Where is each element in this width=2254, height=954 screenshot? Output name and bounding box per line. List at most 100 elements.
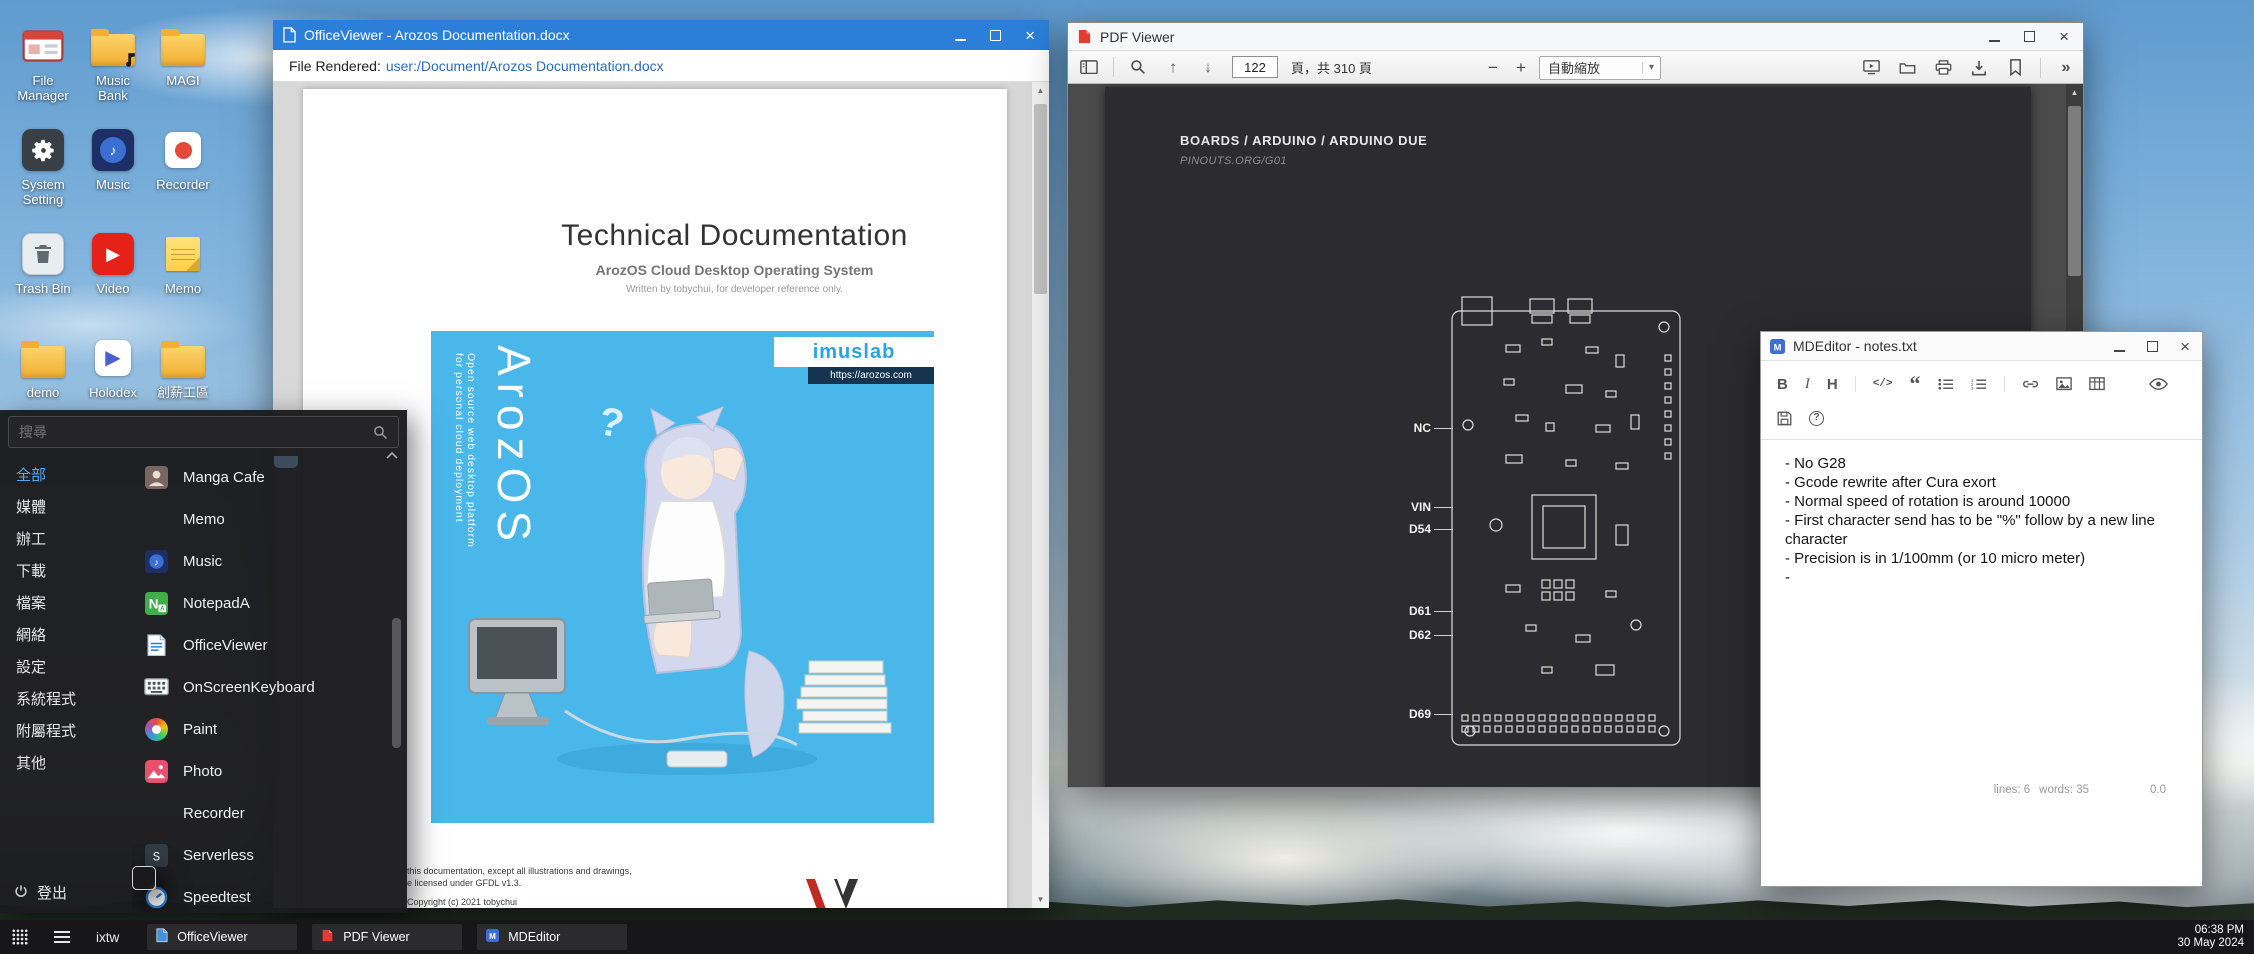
category-item-network[interactable]: 網絡 xyxy=(0,620,132,652)
gear-icon xyxy=(19,126,67,174)
close-button[interactable]: × xyxy=(2180,338,2190,355)
heading-icon[interactable]: H xyxy=(1827,377,1838,392)
app-item-photo[interactable]: Photo xyxy=(132,750,407,792)
desktop-icon-video[interactable]: ▶ Video xyxy=(78,230,148,296)
zoom-select-value: 自動縮放 xyxy=(1548,58,1600,77)
category-item-settings[interactable]: 設定 xyxy=(0,652,132,684)
minimize-button[interactable] xyxy=(2114,338,2125,355)
minimize-button[interactable] xyxy=(1989,28,2000,45)
trash-icon xyxy=(19,230,67,278)
desktop-icon-label: Recorder xyxy=(151,177,215,192)
desktop-icon-magi[interactable]: MAGI xyxy=(148,22,218,88)
page-number-input[interactable] xyxy=(1232,56,1278,78)
zoom-select[interactable]: 自動縮放 ▾ xyxy=(1539,56,1661,80)
officeviewer-scrollbar[interactable]: ▲ ▼ xyxy=(1032,82,1049,908)
desktop-icon-demo[interactable]: demo xyxy=(8,334,78,400)
category-item-accessories[interactable]: 附屬程式 xyxy=(0,716,132,748)
link-icon[interactable] xyxy=(2022,379,2039,389)
category-item-system[interactable]: 系統程式 xyxy=(0,684,132,716)
desktop-icon-trash-bin[interactable]: Trash Bin xyxy=(8,230,78,296)
pdfviewer-titlebar[interactable]: PDF Viewer × xyxy=(1068,23,2083,51)
category-item-others[interactable]: 其他 xyxy=(0,748,132,780)
close-button[interactable]: × xyxy=(1025,27,1035,44)
previous-page-icon[interactable]: ↑ xyxy=(1162,55,1184,79)
desktop-icon-file-manager[interactable]: File Manager xyxy=(8,22,78,103)
scrollbar-thumb[interactable] xyxy=(1034,104,1047,294)
more-tools-icon[interactable]: » xyxy=(2055,56,2077,80)
maximize-button[interactable] xyxy=(990,27,1001,44)
print-icon[interactable] xyxy=(1932,56,1954,80)
pin-label: D54 xyxy=(1355,522,1431,536)
memo-note-icon xyxy=(142,505,170,533)
ordered-list-icon[interactable]: 123 xyxy=(1971,378,1987,390)
markdown-editor-textarea[interactable]: - No G28 - Gcode rewrite after Cura exor… xyxy=(1761,440,2180,587)
open-file-icon[interactable] xyxy=(1896,56,1918,80)
bold-icon[interactable]: B xyxy=(1777,377,1788,392)
app-item-notepada[interactable]: NA NotepadA xyxy=(132,582,407,624)
desktop-icon-label: Memo xyxy=(151,281,215,296)
app-item-onscreenkeyboard[interactable]: OnScreenKeyboard xyxy=(132,666,407,708)
app-item-officeviewer[interactable]: OfficeViewer xyxy=(132,624,407,666)
scroll-down-arrow[interactable]: ▼ xyxy=(1032,891,1049,908)
app-item-memo[interactable]: Memo xyxy=(132,498,407,540)
scrollbar-thumb[interactable] xyxy=(2068,106,2081,276)
scroll-up-arrow[interactable]: ▲ xyxy=(1032,82,1049,99)
mdeditor-titlebar[interactable]: M MDEditor - notes.txt × xyxy=(1761,332,2202,361)
start-menu-scrollbar[interactable] xyxy=(392,456,401,905)
app-label: NotepadA xyxy=(183,595,250,612)
zoom-out-button[interactable]: − xyxy=(1483,58,1503,78)
quote-icon[interactable]: “ xyxy=(1910,377,1921,391)
bookmark-icon[interactable] xyxy=(2004,56,2026,80)
app-item-music[interactable]: ♪ Music xyxy=(132,540,407,582)
help-icon[interactable]: ? xyxy=(1809,411,1824,426)
desktop-icon-music-bank[interactable]: Music Bank xyxy=(78,22,148,103)
power-icon xyxy=(14,884,28,902)
search-icon[interactable] xyxy=(1127,55,1149,79)
save-icon[interactable] xyxy=(1777,411,1792,426)
desktop-icon-system-setting[interactable]: System Setting xyxy=(8,126,78,207)
rendered-file-link[interactable]: user:/Document/Arozos Documentation.docx xyxy=(386,58,664,74)
desktop-icon-label: 創薪工區 xyxy=(151,385,215,400)
desktop-icon-memo[interactable]: Memo xyxy=(148,230,218,296)
table-icon[interactable] xyxy=(2089,377,2105,390)
task-button-mdeditor[interactable]: M MDEditor xyxy=(477,924,627,950)
code-icon[interactable]: </> xyxy=(1873,379,1893,390)
maximize-button[interactable] xyxy=(2024,28,2035,45)
desktop-icon-holodex[interactable]: ▶ Holodex xyxy=(78,334,148,400)
download-icon[interactable] xyxy=(1968,56,1990,80)
scroll-up-arrow[interactable]: ▲ xyxy=(2066,84,2083,101)
task-button-officeviewer[interactable]: OfficeViewer xyxy=(147,924,297,950)
maximize-button[interactable] xyxy=(2147,338,2158,355)
app-item-manga-cafe[interactable]: Manga Cafe xyxy=(132,456,407,498)
category-item-all[interactable]: 全部 xyxy=(0,460,132,492)
presentation-mode-icon[interactable] xyxy=(1860,56,1882,80)
next-page-icon[interactable]: ↓ xyxy=(1197,55,1219,79)
app-grid-icon[interactable] xyxy=(12,929,28,945)
app-item-recorder[interactable]: Recorder xyxy=(132,792,407,834)
desktop-icon-music[interactable]: ♪ Music xyxy=(78,126,148,192)
start-search-input[interactable] xyxy=(9,424,373,440)
app-item-serverless[interactable]: S Serverless xyxy=(132,834,407,876)
sidebar-toggle-icon[interactable] xyxy=(1078,55,1100,79)
category-item-files[interactable]: 檔案 xyxy=(0,588,132,620)
logout-button[interactable]: 登出 xyxy=(14,882,67,903)
unordered-list-icon[interactable] xyxy=(1938,378,1954,390)
minimize-button[interactable] xyxy=(955,27,966,44)
scrollbar-thumb[interactable] xyxy=(392,618,401,748)
zoom-in-button[interactable]: + xyxy=(1511,58,1531,78)
desktop-icon-workspace[interactable]: 創薪工區 xyxy=(148,334,218,400)
app-list-item-partial[interactable] xyxy=(274,456,298,468)
app-item-speedtest[interactable]: Speedtest xyxy=(132,876,407,913)
desktop-icon-recorder[interactable]: Recorder xyxy=(148,126,218,192)
officeviewer-titlebar[interactable]: OfficeViewer - Arozos Documentation.docx… xyxy=(273,20,1049,50)
menu-hamburger-icon[interactable] xyxy=(54,931,70,943)
preview-eye-icon[interactable] xyxy=(2149,378,2168,390)
category-item-office[interactable]: 辦工 xyxy=(0,524,132,556)
category-item-download[interactable]: 下載 xyxy=(0,556,132,588)
italic-icon[interactable]: I xyxy=(1805,377,1810,392)
image-icon[interactable] xyxy=(2056,377,2072,390)
app-item-paint[interactable]: Paint xyxy=(132,708,407,750)
category-item-media[interactable]: 媒體 xyxy=(0,492,132,524)
task-button-pdf-viewer[interactable]: PDF Viewer xyxy=(312,924,462,950)
close-button[interactable]: × xyxy=(2059,28,2069,45)
